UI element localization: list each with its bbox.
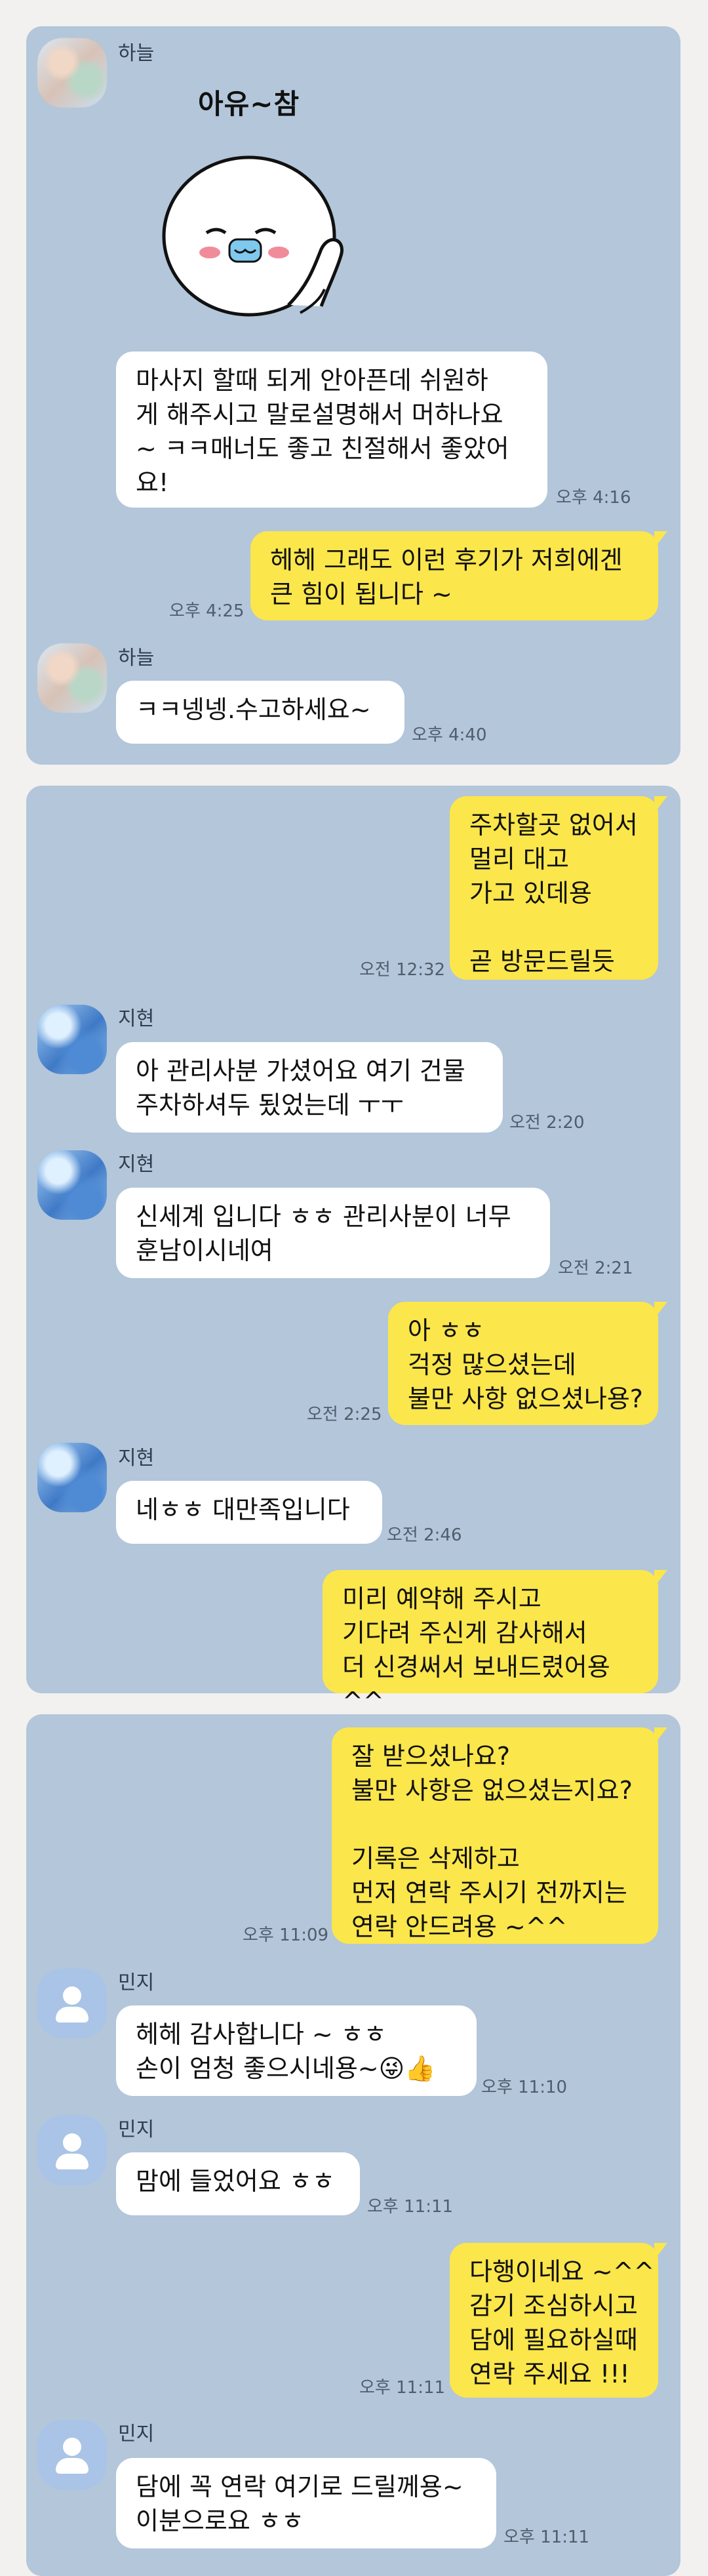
outgoing-message[interactable]: 아 ㅎㅎ 걱정 많으셨는데 불만 사항 없으셨나용? [388,1302,667,1425]
message-text: 마사지 할때 되게 안아픈데 쉬원하 게 해주시고 말로설명해서 머하나요 ~ … [136,366,509,497]
message-text: ㅋㅋ넹넹.수고하세요~ [136,695,371,724]
message-time: 오전 2:21 [558,1258,633,1278]
message-time: 오전 2:46 [387,1525,462,1545]
sender-name: 지현 [118,1447,155,1470]
message-text: 미리 예약해 주시고 기다려 주신게 감사해서 더 신경써서 보내드렸어용 ^^ [342,1584,610,1716]
message-text: 아 관리사분 가셨어요 여기 건물 주차하셔두 됬었는데 ㅜㅜ [136,1057,465,1119]
message-text: 헤헤 그래도 이런 후기가 저희에겐 큰 힘이 됩니다 ~ [270,546,623,609]
outgoing-message[interactable]: 주차할곳 없어서 멀리 대고 가고 있데용 곧 방문드릴듯 [450,796,667,980]
avatar-default-icon[interactable] [37,2420,107,2489]
outgoing-message[interactable]: 다행이네요 ~^^ 감기 조심하시고 담에 필요하실때 연락 주세요 !!! [450,2243,667,2398]
message-time: 오전 12:32 [359,960,446,980]
message-text: 아 ㅎㅎ 걱정 많으셨는데 불만 사항 없으셨나용? [408,1316,643,1413]
message-text: 다행이네요 ~^^ 감기 조심하시고 담에 필요하실때 연락 주세요 !!! [469,2257,655,2388]
avatar-default-icon[interactable] [37,2116,107,2185]
message-text: 신세계 입니다 ㅎㅎ 관리사분이 너무 훈남이시네여 [136,1202,511,1265]
message-time: 오후 4:25 [169,601,245,621]
message-time: 오후 4:16 [556,488,631,508]
message-text: 주차할곳 없어서 멀리 대고 가고 있데용 곧 방문드릴듯 [469,811,638,976]
sender-name: 지현 [118,1007,155,1030]
avatar[interactable] [37,38,107,108]
chat-panel-1: 하늘 아유~참 마사지 할때 되게 안아픈데 쉬원하 게 해주시고 말로설명해서… [26,26,680,765]
message-text: 헤헤 감사합니다 ~ ㅎㅎ 손이 엄청 좋으시네용~😜👍 [136,2020,436,2083]
message-time: 오후 11:11 [367,2197,454,2217]
incoming-message[interactable]: 아 관리사분 가셨어요 여기 건물 주차하셔두 됬었는데 ㅜㅜ [116,1042,503,1133]
incoming-message[interactable]: 헤헤 감사합니다 ~ ㅎㅎ 손이 엄청 좋으시네용~😜👍 [116,2005,477,2096]
sticker-caption: 아유~참 [198,88,300,120]
sticker[interactable]: 아유~참 [157,82,367,331]
outgoing-message[interactable]: 잘 받으셨나요? 불만 사항은 없으셨는지요? 기록은 삭제하고 먼저 연락 주… [332,1727,667,1944]
sender-name: 민지 [118,1971,155,1994]
incoming-message[interactable]: 담에 꼭 연락 여기로 드릴께용~ 이분으로요 ㅎㅎ [116,2458,496,2548]
sender-name: 지현 [118,1153,155,1176]
avatar[interactable] [37,643,107,713]
message-text: 담에 꼭 연락 여기로 드릴께용~ 이분으로요 ㅎㅎ [136,2472,463,2535]
sender-name: 민지 [118,2423,155,2445]
avatar[interactable] [37,1150,107,1220]
incoming-message[interactable]: 맘에 들었어요 ㅎㅎ [116,2152,360,2215]
outgoing-message[interactable]: 헤헤 그래도 이런 후기가 저희에겐 큰 힘이 됩니다 ~ [250,531,667,620]
incoming-message[interactable]: 신세계 입니다 ㅎㅎ 관리사분이 너무 훈남이시네여 [116,1188,550,1278]
message-text: 잘 받으셨나요? 불만 사항은 없으셨는지요? 기록은 삭제하고 먼저 연락 주… [351,1742,633,1941]
message-text: 네ㅎㅎ 대만족입니다 [136,1495,350,1524]
incoming-message[interactable]: 네ㅎㅎ 대만족입니다 [116,1481,382,1544]
avatar-default-icon[interactable] [37,1969,107,2038]
message-time: 오후 11:09 [243,1925,329,1945]
message-time: 오전 2:20 [509,1113,585,1133]
message-time: 오후 4:40 [412,725,487,745]
avatar[interactable] [37,1005,107,1074]
message-time: 오후 11:11 [503,2527,590,2547]
incoming-message[interactable]: ㅋㅋ넹넹.수고하세요~ [116,681,404,744]
sender-name: 하늘 [118,42,155,65]
message-text: 맘에 들었어요 ㅎㅎ [136,2167,335,2196]
message-time: 오전 2:25 [307,1405,382,1424]
message-time: 오후 11:10 [481,2078,568,2097]
incoming-message[interactable]: 마사지 할때 되게 안아픈데 쉬원하 게 해주시고 말로설명해서 머하나요 ~ … [116,352,547,508]
sender-name: 민지 [118,2118,155,2141]
chat-panel-2: 주차할곳 없어서 멀리 대고 가고 있데용 곧 방문드릴듯 오전 12:32 지… [26,786,680,1716]
avatar[interactable] [37,1443,107,1512]
message-time: 오후 11:11 [359,2378,446,2398]
chat-panel-3: 잘 받으셨나요? 불만 사항은 없으셨는지요? 기록은 삭제하고 먼저 연락 주… [26,1714,680,2576]
sender-name: 하늘 [118,647,155,670]
sticker-character-icon [162,155,344,317]
outgoing-message[interactable]: 미리 예약해 주시고 기다려 주신게 감사해서 더 신경써서 보내드렸어용 ^^ [323,1570,667,1716]
